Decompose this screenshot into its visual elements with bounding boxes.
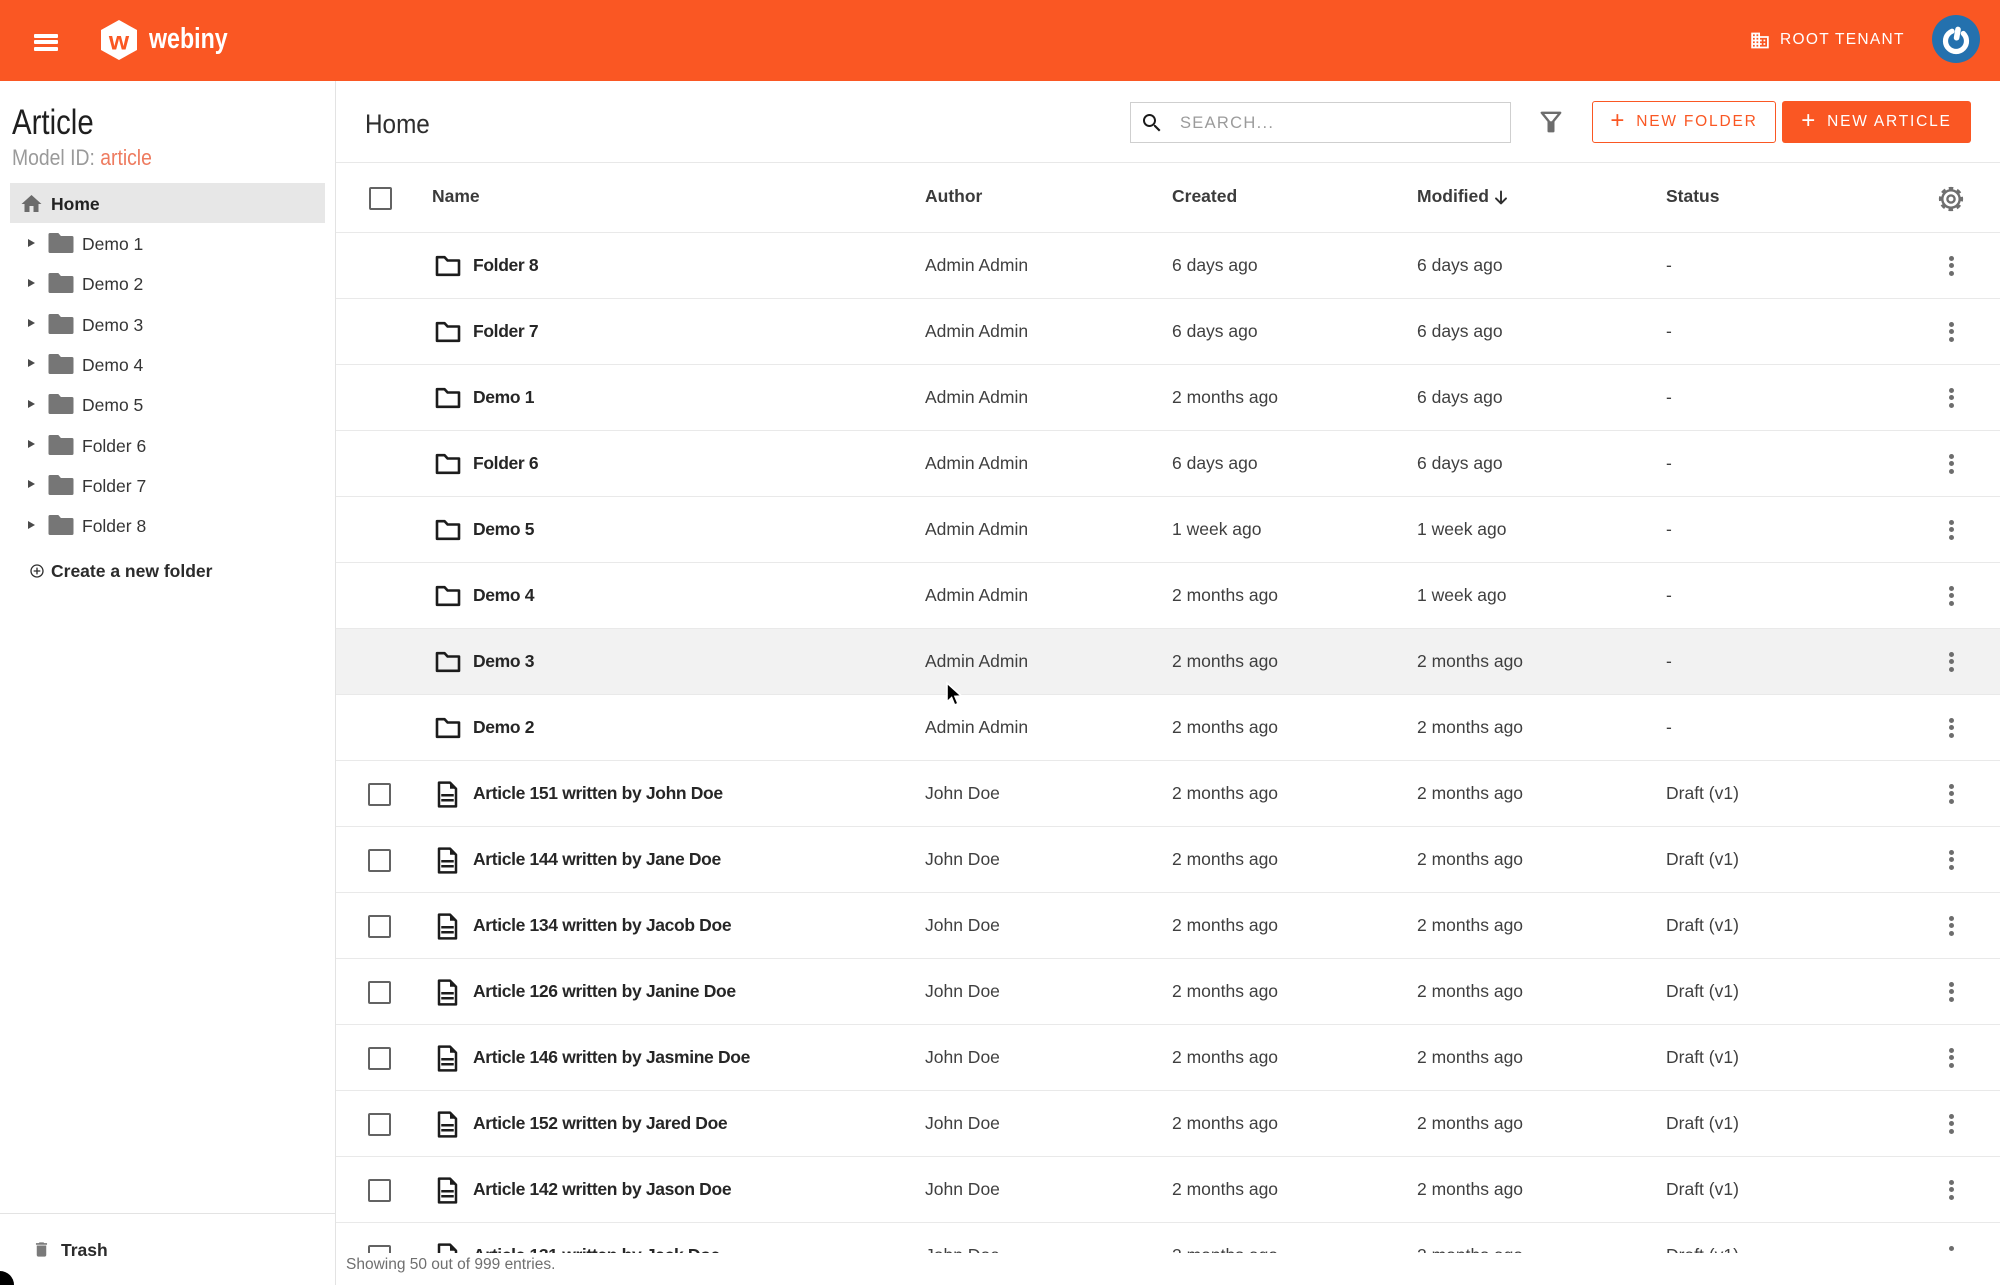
svg-text:w: w: [108, 26, 130, 56]
